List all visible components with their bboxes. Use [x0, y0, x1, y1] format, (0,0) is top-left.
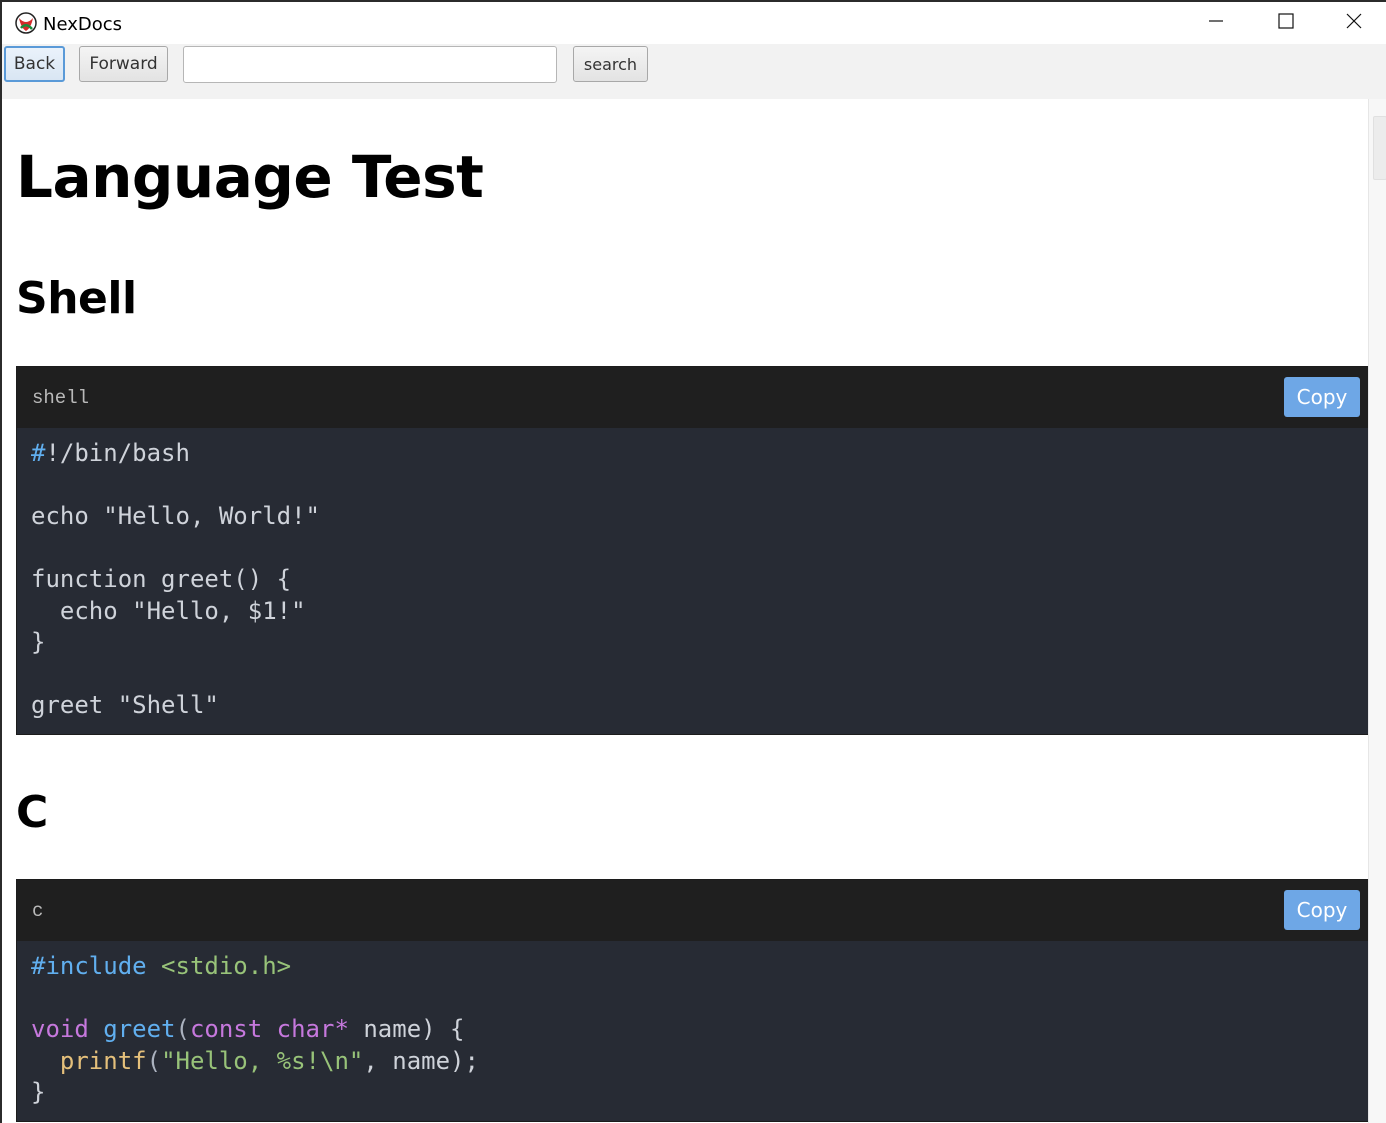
- code-block-shell: shell Copy #!/bin/bash echo "Hello, Worl…: [16, 366, 1368, 735]
- minimize-icon: [1208, 13, 1224, 34]
- app-title: NexDocs: [43, 14, 123, 35]
- close-button[interactable]: [1320, 2, 1386, 44]
- forward-button[interactable]: Forward: [79, 46, 168, 82]
- code-content: #!/bin/bash echo "Hello, World!" functio…: [17, 428, 1368, 734]
- maximize-button[interactable]: [1252, 2, 1320, 44]
- code-line: echo "Hello, World!": [31, 502, 320, 530]
- code-language-label: c: [32, 900, 44, 922]
- scrollbar-thumb[interactable]: [1373, 116, 1386, 180]
- code-language-label: shell: [32, 387, 90, 409]
- code-line: echo "Hello, $1!": [31, 596, 306, 625]
- code-block-c: c Copy #include <stdio.h> void greet(con…: [16, 879, 1368, 1122]
- section-heading-c: C: [16, 787, 48, 838]
- toolbar: Back Forward search: [2, 44, 1386, 99]
- nexdocs-logo-icon: [15, 12, 37, 34]
- page-title: Language Test: [16, 143, 484, 211]
- code-line-text: !/bin/bash: [45, 439, 190, 467]
- minimize-button[interactable]: [1182, 2, 1250, 44]
- code-line: }: [31, 628, 46, 656]
- back-button[interactable]: Back: [4, 46, 65, 82]
- code-block-header: shell Copy: [17, 367, 1368, 428]
- section-heading-shell: Shell: [16, 273, 137, 324]
- code-line: printf("Hello, %s!\n", name);: [59, 1046, 479, 1075]
- copy-button[interactable]: Copy: [1284, 890, 1360, 930]
- close-icon: [1346, 13, 1362, 34]
- search-button[interactable]: search: [573, 46, 648, 82]
- vertical-scrollbar[interactable]: [1368, 99, 1386, 1123]
- url-input[interactable]: [183, 46, 557, 83]
- title-bar: NexDocs: [2, 2, 1386, 44]
- code-line: greet "Shell": [31, 691, 219, 719]
- copy-button[interactable]: Copy: [1284, 377, 1360, 417]
- document-view: Language Test Shell shell Copy #!/bin/ba…: [2, 99, 1368, 1123]
- maximize-icon: [1278, 12, 1294, 34]
- code-line: #!/bin/bash: [31, 439, 190, 467]
- code-line: function greet() {: [31, 565, 292, 593]
- code-line: #include <stdio.h>: [31, 952, 292, 980]
- code-block-header: c Copy: [17, 880, 1368, 941]
- code-line: }: [31, 1078, 46, 1106]
- code-line: void greet(const char* name) {: [31, 1015, 465, 1043]
- code-content: #include <stdio.h> void greet(const char…: [17, 941, 1368, 1121]
